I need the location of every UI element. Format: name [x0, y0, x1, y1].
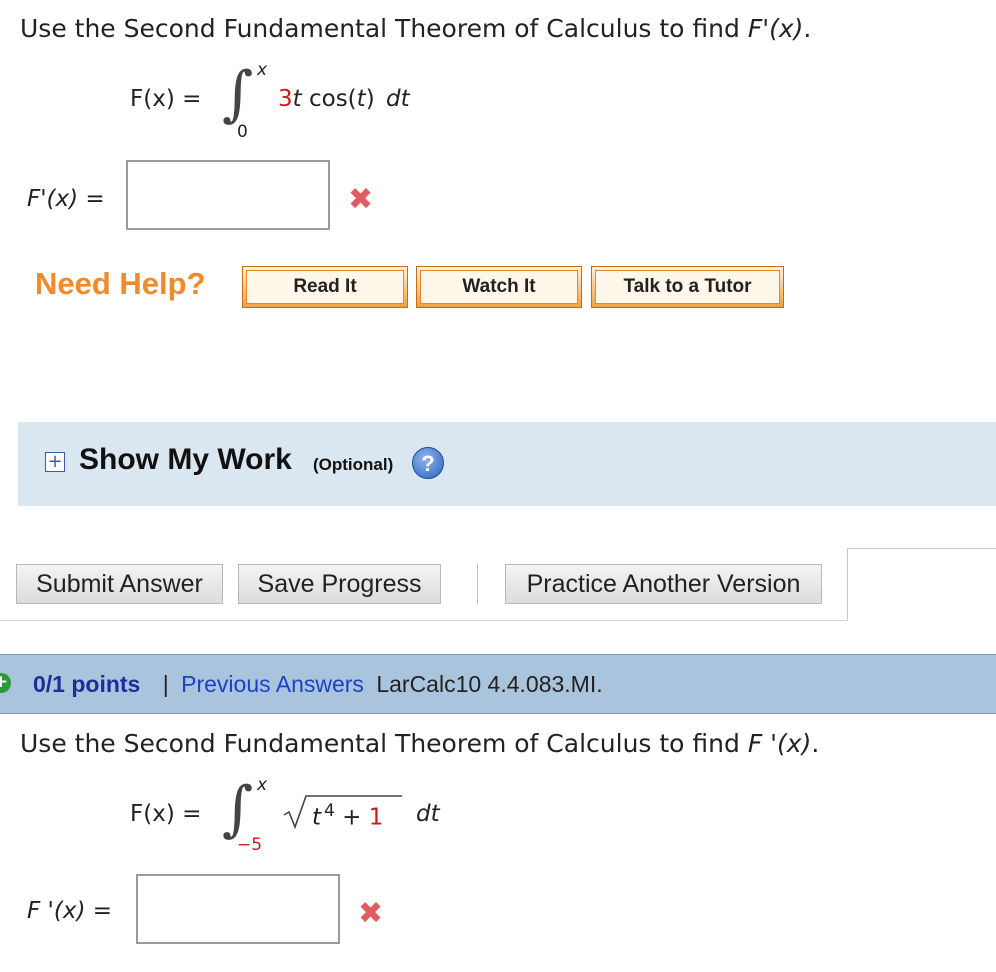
q2-lhs: F(x) =: [130, 801, 202, 827]
submit-answer-button[interactable]: Submit Answer: [16, 564, 223, 604]
save-progress-button[interactable]: Save Progress: [238, 564, 441, 604]
show-my-work-title[interactable]: Show My Work: [79, 443, 292, 477]
q1-lhs: F(x) =: [130, 86, 202, 112]
question-1-prompt: Use the Second Fundamental Theorem of Ca…: [20, 14, 811, 43]
q1-integrand: 3t cos(t) dt: [278, 86, 410, 112]
q2-radicand: t4 + 1: [312, 801, 383, 831]
points-label: 0/1 points: [33, 671, 141, 697]
q2-integral-sign: ∫: [222, 774, 254, 844]
q2-plus: +: [334, 804, 369, 831]
q2-lower-limit: −5: [237, 835, 263, 855]
header-separator: |: [162, 671, 169, 697]
q2-answer-label: F '(x) =: [27, 898, 113, 924]
prompt-period: .: [803, 14, 812, 43]
talk-to-tutor-button[interactable]: Talk to a Tutor: [591, 266, 784, 308]
q2-var-t: t: [312, 804, 322, 831]
q1-var-t2: t: [356, 86, 366, 112]
q2-upper-limit: x: [257, 775, 268, 795]
q1-var-t: t: [292, 86, 302, 112]
question-2-prompt: Use the Second Fundamental Theorem of Ca…: [20, 729, 819, 758]
q2-dt: dt: [416, 801, 440, 827]
prompt-text: Use the Second Fundamental Theorem of Ca…: [20, 14, 748, 43]
incorrect-x-icon: ✖: [348, 182, 374, 217]
read-it-button[interactable]: Read It: [242, 266, 408, 308]
actions-bottom-divider: [0, 620, 848, 621]
prompt-function: F'(x): [747, 14, 804, 43]
q2-answer-input[interactable]: [136, 874, 340, 944]
q1-answer-input[interactable]: [126, 160, 330, 230]
q1-lower-limit: 0: [237, 122, 248, 142]
practice-another-version-button[interactable]: Practice Another Version: [505, 564, 822, 604]
expand-plus-icon[interactable]: +: [45, 452, 65, 472]
prompt-function: F '(x): [747, 729, 812, 758]
q1-dt: dt: [385, 86, 410, 112]
q1-cos: cos(: [301, 86, 357, 112]
actions-right-divider: [847, 548, 848, 621]
read-it-label: Read It: [246, 270, 404, 304]
q2-exponent: 4: [324, 801, 335, 821]
q1-integral-sign: ∫: [222, 59, 254, 129]
incorrect-x-icon: ✖: [358, 896, 384, 931]
button-separator: [477, 564, 478, 604]
previous-answers-link[interactable]: Previous Answers: [181, 671, 364, 697]
question-2-header: 0/1 points | Previous Answers LarCalc10 …: [33, 671, 603, 698]
watch-it-button[interactable]: Watch It: [416, 266, 582, 308]
optional-label: (Optional): [313, 455, 394, 474]
question-source: LarCalc10 4.4.083.MI.: [376, 671, 603, 697]
q1-coefficient: 3: [278, 86, 293, 112]
prompt-period: .: [811, 729, 820, 758]
q1-close-paren: ): [365, 86, 375, 112]
need-help-label: Need Help?: [35, 266, 206, 301]
q1-upper-limit: x: [257, 60, 268, 80]
prompt-text: Use the Second Fundamental Theorem of Ca…: [20, 729, 748, 758]
q2-constant: 1: [368, 804, 384, 831]
help-question-icon[interactable]: ?: [412, 447, 444, 479]
talk-to-tutor-label: Talk to a Tutor: [595, 270, 780, 304]
watch-it-label: Watch It: [420, 270, 578, 304]
actions-top-divider: [847, 548, 996, 549]
q1-answer-label: F'(x) =: [27, 186, 105, 212]
